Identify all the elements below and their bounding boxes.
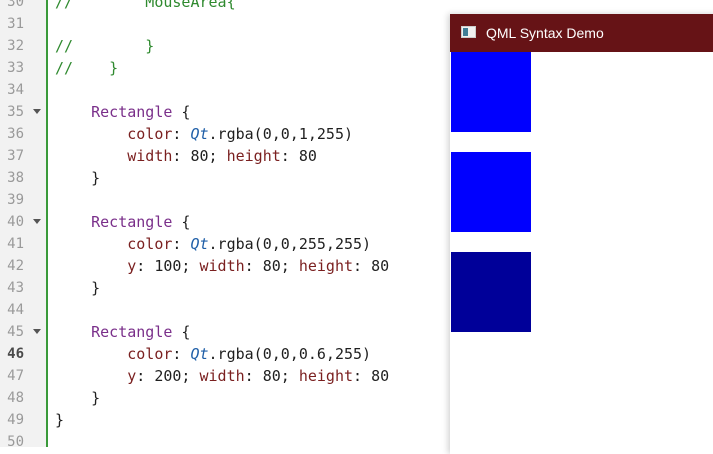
code-token: } (55, 169, 101, 187)
code-line[interactable]: 30 // MouseArea{ (0, 0, 713, 13)
code-token: { (172, 323, 191, 341)
code-token: y (127, 367, 137, 385)
line-number: 49 (7, 412, 24, 428)
code-token: : 80 (353, 257, 390, 275)
code-token: color (127, 125, 173, 143)
code-token: { (172, 213, 191, 231)
line-number: 30 (7, 0, 24, 10)
line-number: 44 (7, 302, 24, 318)
fold-arrow-icon[interactable] (33, 329, 41, 334)
line-number: 41 (7, 236, 24, 252)
code-token: : 200; (136, 367, 200, 385)
code-token: Qt (190, 125, 209, 143)
line-number: 35 (7, 104, 24, 120)
code-token: height (298, 367, 354, 385)
code-token: : 100; (136, 257, 200, 275)
code-text: color: Qt.rgba(0,0,255,255) (55, 233, 371, 255)
line-number: 50 (7, 434, 24, 450)
blue-rectangle-2 (451, 152, 531, 232)
code-text: } (55, 409, 64, 431)
code-token: color (127, 345, 173, 363)
code-text: Rectangle { (55, 101, 190, 123)
window-title: QML Syntax Demo (486, 25, 604, 41)
code-text: color: Qt.rgba(0,0,0.6,255) (55, 343, 371, 365)
line-number: 38 (7, 170, 24, 186)
code-token: : 80; (244, 367, 299, 385)
code-token: : (172, 125, 191, 143)
code-token: : 80; (244, 257, 299, 275)
code-text: } (55, 387, 100, 409)
code-token: // } (55, 37, 155, 55)
code-token: .rgba(0,0,0.6,255) (208, 345, 372, 363)
code-token: } (55, 411, 65, 429)
code-token: // MouseArea{ (55, 0, 236, 11)
code-token: .rgba(0,0,255,255) (208, 235, 372, 253)
code-token: { (172, 103, 191, 121)
code-token: : 80 (280, 147, 317, 165)
code-text: Rectangle { (55, 321, 190, 343)
code-text: y: 100; width: 80; height: 80 (55, 255, 389, 277)
line-number: 33 (7, 60, 24, 76)
blue-rectangle-1 (451, 52, 531, 132)
code-token: Rectangle (91, 323, 173, 341)
code-token: Qt (190, 235, 209, 253)
fold-arrow-icon[interactable] (33, 109, 41, 114)
code-token: // } (55, 59, 119, 77)
line-number: 42 (7, 258, 24, 274)
code-token: : 80 (353, 367, 390, 385)
line-number: 39 (7, 192, 24, 208)
code-token: .rgba(0,0,1,255) (208, 125, 354, 143)
window-titlebar[interactable]: QML Syntax Demo (450, 14, 713, 52)
line-number: 46 (7, 346, 24, 362)
code-token: } (55, 389, 101, 407)
code-text: // } (55, 57, 118, 79)
code-token: color (127, 235, 173, 253)
app-window-icon (461, 26, 476, 38)
code-text: // MouseArea{ (55, 0, 236, 13)
qml-demo-window[interactable]: QML Syntax Demo (450, 14, 713, 454)
code-token: width (127, 147, 173, 165)
code-token: Rectangle (91, 213, 173, 231)
code-token: : (172, 345, 191, 363)
line-number: 34 (7, 82, 24, 98)
code-text: // } (55, 35, 154, 57)
code-text: Rectangle { (55, 211, 190, 233)
line-number: 48 (7, 390, 24, 406)
code-token: } (55, 279, 101, 297)
fold-arrow-icon[interactable] (33, 219, 41, 224)
line-number: 40 (7, 214, 24, 230)
code-text: } (55, 277, 100, 299)
code-token: height (298, 257, 354, 275)
code-token: y (127, 257, 137, 275)
line-number: 37 (7, 148, 24, 164)
code-token: : 80; (172, 147, 227, 165)
line-number: 43 (7, 280, 24, 296)
code-text: color: Qt.rgba(0,0,1,255) (55, 123, 353, 145)
dark-blue-rectangle (451, 252, 531, 332)
code-token: width (199, 257, 245, 275)
code-text: y: 200; width: 80; height: 80 (55, 365, 389, 387)
code-token: width (199, 367, 245, 385)
code-token: : (172, 235, 191, 253)
code-text: } (55, 167, 100, 189)
line-number: 45 (7, 324, 24, 340)
code-text: width: 80; height: 80 (55, 145, 317, 167)
line-number: 32 (7, 38, 24, 54)
line-number: 31 (7, 16, 24, 32)
code-token: height (226, 147, 281, 165)
line-number: 47 (7, 368, 24, 384)
code-token: Rectangle (91, 103, 173, 121)
line-number: 36 (7, 126, 24, 142)
code-token: Qt (190, 345, 209, 363)
window-content (450, 52, 713, 454)
